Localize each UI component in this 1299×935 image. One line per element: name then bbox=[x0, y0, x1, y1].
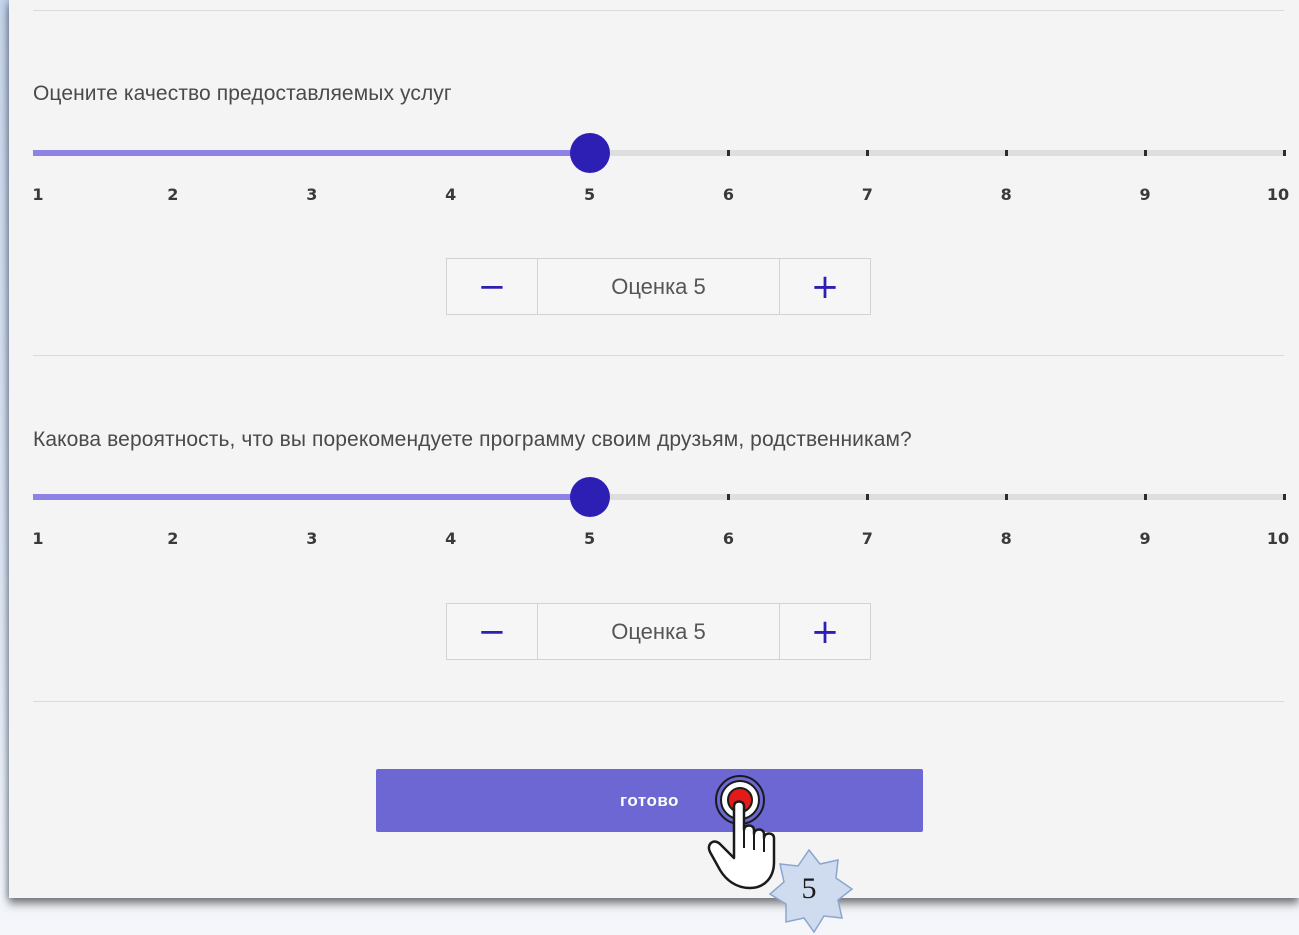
decrement-button[interactable]: − bbox=[447, 259, 538, 314]
slider-tick bbox=[1144, 494, 1148, 500]
rating-value: Оценка 5 bbox=[611, 618, 706, 644]
scale-label-10: 10 bbox=[1266, 185, 1290, 204]
scale-label-8: 8 bbox=[1000, 529, 1012, 548]
scale-label-2: 2 bbox=[167, 185, 179, 204]
slider-tick bbox=[1005, 494, 1009, 500]
scale-label-9: 9 bbox=[1139, 529, 1151, 548]
scale-label-5: 5 bbox=[583, 529, 596, 548]
scale-label-3: 3 bbox=[306, 185, 318, 204]
scale-label-10: 10 bbox=[1266, 529, 1290, 548]
slider-track-fill bbox=[33, 494, 590, 500]
scale-label-7: 7 bbox=[861, 185, 873, 204]
slider-tick bbox=[1005, 150, 1009, 156]
scale-label-4: 4 bbox=[445, 185, 457, 204]
question-1-slider[interactable]: 1 2 3 4 5 6 7 8 9 10 bbox=[32, 133, 1289, 217]
increment-button[interactable]: + bbox=[779, 259, 870, 314]
slider-thumb[interactable] bbox=[569, 133, 610, 173]
scale-label-1: 1 bbox=[32, 529, 44, 548]
rating-value: Оценка 5 bbox=[611, 273, 706, 299]
slider-tick bbox=[1144, 150, 1148, 156]
question-2-text: Какова вероятность, что вы порекомендует… bbox=[33, 428, 912, 451]
scale-label-4: 4 bbox=[445, 529, 457, 548]
question-1-text: Оцените качество предоставляемых услуг bbox=[33, 82, 452, 105]
increment-button[interactable]: + bbox=[779, 604, 870, 659]
slider-tick bbox=[727, 494, 731, 500]
question-2-stepper: − Оценка 5 + bbox=[446, 603, 871, 660]
scale-label-5: 5 bbox=[583, 185, 596, 204]
scale-label-7: 7 bbox=[861, 529, 873, 548]
decrement-button[interactable]: − bbox=[447, 604, 538, 659]
slider-tick bbox=[1283, 494, 1286, 500]
section-divider bbox=[33, 701, 1284, 702]
question-2-slider[interactable]: 1 2 3 4 5 6 7 8 9 10 bbox=[32, 477, 1289, 561]
slider-thumb[interactable] bbox=[569, 477, 610, 517]
section-divider bbox=[33, 355, 1284, 356]
scale-label-6: 6 bbox=[722, 529, 735, 548]
scale-label-2: 2 bbox=[167, 529, 179, 548]
top-divider bbox=[33, 10, 1284, 11]
scale-label-1: 1 bbox=[32, 185, 44, 204]
scale-label-8: 8 bbox=[1000, 185, 1012, 204]
slider-tick bbox=[866, 494, 870, 500]
survey-panel: Оцените качество предоставляемых услуг 1… bbox=[9, 0, 1299, 898]
question-1-stepper: − Оценка 5 + bbox=[446, 258, 871, 315]
scale-label-3: 3 bbox=[306, 529, 318, 548]
scale-label-6: 6 bbox=[722, 185, 735, 204]
slider-tick bbox=[727, 150, 731, 156]
scale-label-9: 9 bbox=[1139, 185, 1151, 204]
done-button[interactable]: готово bbox=[376, 769, 923, 832]
slider-track-fill bbox=[33, 150, 590, 156]
slider-tick bbox=[866, 150, 870, 156]
step-number: 5 bbox=[801, 872, 817, 905]
slider-tick bbox=[1283, 150, 1286, 156]
